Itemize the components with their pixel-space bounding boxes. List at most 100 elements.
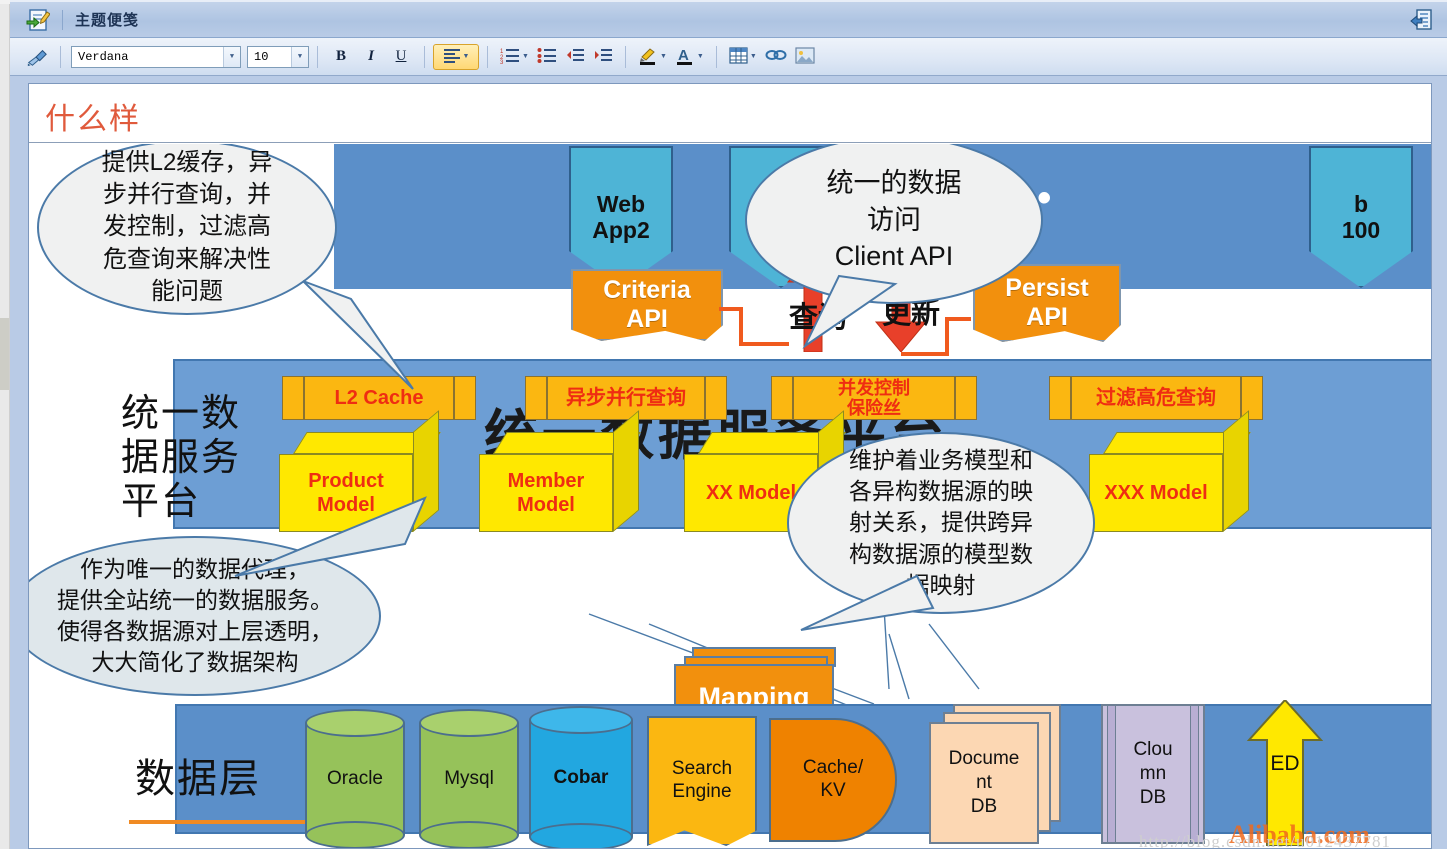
chevron-down-icon[interactable]: ▼ [660, 53, 667, 60]
chevron-down-icon[interactable]: ▼ [463, 53, 470, 60]
datasource-oracle-label: Oracle [327, 767, 383, 789]
outer-scroll-gutter[interactable] [0, 0, 10, 849]
column-db-bar-right [1190, 706, 1199, 842]
numbered-list-icon: 1 2 3 [500, 47, 520, 67]
outdent-button[interactable] [561, 44, 589, 70]
criteria-api-line2: API [626, 305, 668, 333]
model-xxx: XXX Model [1089, 410, 1251, 532]
chevron-down-icon[interactable]: ▼ [223, 46, 240, 67]
italic-button[interactable]: I [356, 44, 386, 70]
gutter-top [0, 0, 10, 4]
feature-cap-right [454, 376, 476, 420]
datasource-cobar: Cobar [529, 706, 633, 848]
callout-model-mapping-tail [797, 574, 937, 639]
chevron-down-icon[interactable]: ▼ [750, 53, 757, 60]
toolbar-divider-6 [715, 45, 717, 68]
feature-concurrency-control: 并发控制 保险丝 [771, 376, 977, 420]
document-area: 什么样 Web App2 • b 100 Criteria API Persis… [10, 76, 1447, 849]
bold-button[interactable]: B [326, 44, 356, 70]
align-left-button[interactable]: ▼ [433, 43, 479, 70]
toolbar-divider-3 [424, 45, 425, 68]
feature-concurrency-control-label: 并发控制 保险丝 [793, 376, 955, 420]
feature-cap-right [955, 376, 977, 420]
font-family-value: Verdana [78, 49, 129, 64]
window-title: 主题便笺 [75, 12, 140, 29]
svg-text:3: 3 [500, 60, 504, 64]
align-left-icon [443, 47, 461, 66]
toolbar-divider-1 [60, 45, 61, 68]
bullet-list-button[interactable] [533, 44, 561, 70]
page-title: 什么样 [45, 103, 141, 136]
datasource-column-db: Clou mn DB [1101, 704, 1205, 844]
title-bar: 主题便笺 [10, 2, 1447, 38]
criteria-api-line1: Criteria [603, 276, 691, 305]
font-size-combo[interactable]: 10 ▼ [247, 45, 309, 68]
callout-data-proxy-tail [229, 496, 429, 591]
column-db-bar-left [1107, 706, 1116, 842]
svg-text:A: A [678, 47, 689, 64]
indent-icon [593, 47, 613, 67]
font-color-button[interactable]: A ▼ [671, 44, 708, 70]
datasource-search-engine: Search Engine [647, 716, 757, 846]
highlight-color-button[interactable]: ▼ [634, 44, 671, 70]
insert-image-button[interactable] [791, 44, 819, 70]
callout-l2-cache: 提供L2缓存，异 步并行查询，并 发控制，过滤高 危查询来解决性 能问题 [37, 144, 337, 315]
font-family-combo[interactable]: Verdana ▼ [71, 45, 241, 68]
datasource-cobar-label: Cobar [553, 767, 609, 789]
hyperlink-icon [765, 47, 787, 66]
table-icon [729, 46, 748, 67]
architecture-diagram: 应 Web App2 Web App3 • • • [29, 144, 1431, 848]
insert-image-icon [795, 46, 815, 67]
note-page[interactable]: 什么样 Web App2 • b 100 Criteria API Persis… [28, 83, 1432, 849]
model-member: Member Model [479, 410, 641, 532]
highlight-color-icon [638, 46, 658, 68]
web-app-100-line1: b [1353, 190, 1369, 217]
datasource-document-db-label: Docume nt DB [929, 722, 1039, 844]
datasource-oracle: Oracle [305, 709, 405, 848]
feature-filter-risky-query: 过滤高危查询 [1049, 376, 1263, 420]
datasource-cache-kv: Cache/ KV [769, 718, 897, 842]
font-size-value: 10 [254, 49, 269, 64]
indent-button[interactable] [589, 44, 617, 70]
format-painter-button[interactable] [22, 44, 52, 70]
feature-cap-left [1049, 376, 1071, 420]
datasource-edi-label: ED [1270, 752, 1300, 775]
note-edit-icon [26, 8, 51, 32]
callout-l2-cache-text: 提供L2缓存，异 步并行查询，并 发控制，过滤高 危查询来解决性 能问题 [101, 148, 273, 306]
persist-api-line1: Persist [1005, 274, 1089, 303]
feature-async-query-label: 异步并行查询 [547, 376, 705, 420]
criteria-api-box: Criteria API [571, 269, 723, 341]
formatting-toolbar: Verdana ▼ 10 ▼ B I U ▼ 1 2 3 ▼ ▼ A ▼ ▼ [10, 38, 1447, 76]
outer-scroll-thumb[interactable] [0, 318, 9, 390]
feature-filter-risky-query-label: 过滤高危查询 [1071, 376, 1241, 420]
underline-button[interactable]: U [386, 44, 416, 70]
insert-note-icon[interactable] [1409, 8, 1433, 32]
chevron-down-icon[interactable]: ▼ [697, 53, 704, 60]
datasource-column-db-label: Clou mn DB [1133, 739, 1173, 808]
title-divider [62, 9, 63, 30]
numbered-list-button[interactable]: 1 2 3 ▼ [496, 44, 533, 70]
font-color-icon: A [675, 46, 695, 68]
toolbar-divider-5 [624, 45, 626, 68]
insert-table-button[interactable]: ▼ [725, 44, 761, 70]
datasource-document-db: Docume nt DB [929, 704, 1069, 844]
feature-async-query: 异步并行查询 [525, 376, 727, 420]
callout-client-api-text: 统一的数据 访问 Client API [826, 168, 962, 272]
hyperlink-button[interactable] [761, 44, 791, 70]
toolbar-divider-2 [317, 45, 318, 68]
application-window: 主题便笺 Verdana ▼ 10 ▼ B I U ▼ 1 2 3 ▼ ▼ A … [0, 0, 1447, 849]
page-title-divider [29, 142, 1431, 143]
chevron-down-icon[interactable]: ▼ [291, 46, 308, 67]
callout-l2-cache-tail [299, 279, 419, 399]
web-app-2-line1: Web [596, 190, 646, 217]
web-app-2-line2: App2 [592, 217, 650, 243]
persist-api-line2: API [1026, 303, 1068, 331]
feature-cap-left [525, 376, 547, 420]
feature-cap-left [771, 376, 793, 420]
chevron-down-icon[interactable]: ▼ [522, 53, 529, 60]
model-xxx-label: XXX Model [1089, 454, 1223, 532]
datasource-mysql: Mysql [419, 709, 519, 848]
model-member-label: Member Model [479, 454, 613, 532]
feature-cap-right [705, 376, 727, 420]
outdent-icon [565, 47, 585, 67]
